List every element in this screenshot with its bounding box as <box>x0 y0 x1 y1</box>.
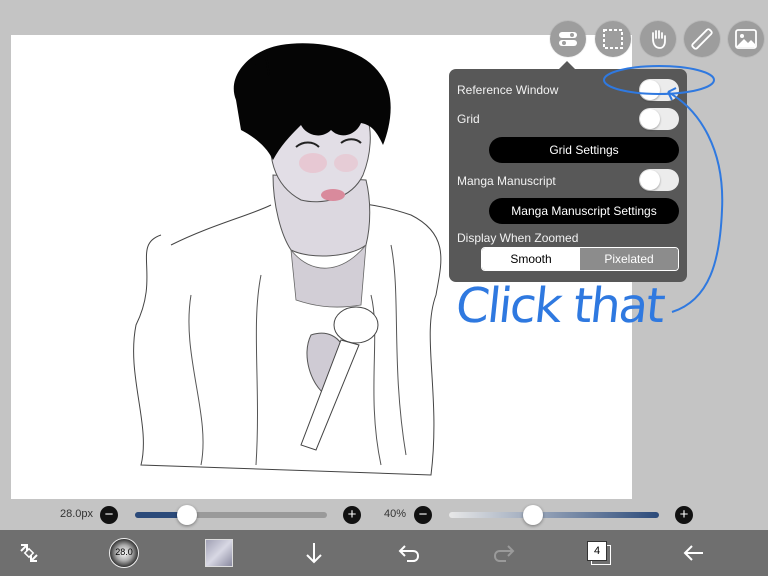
opacity-label: 40% <box>384 508 407 520</box>
canvas-settings-popup: Reference Window Grid Grid Settings Mang… <box>449 61 687 282</box>
hand-icon[interactable] <box>640 21 676 57</box>
brush-size-plus-button[interactable]: + <box>343 506 361 524</box>
opacity-knob[interactable] <box>523 505 543 525</box>
display-mode-segmented-control: Smooth Pixelated <box>481 247 679 271</box>
transform-icon[interactable] <box>13 537 45 569</box>
ruler-icon[interactable] <box>684 21 720 57</box>
brush-size-label: 28.0px <box>60 508 94 520</box>
manga-manuscript-toggle[interactable] <box>639 169 679 191</box>
manga-manuscript-settings-button[interactable]: Manga Manuscript Settings <box>489 198 679 224</box>
download-icon[interactable] <box>298 537 330 569</box>
grid-label: Grid <box>457 112 480 126</box>
grid-settings-button[interactable]: Grid Settings <box>489 137 679 163</box>
opacity-minus-button[interactable]: − <box>414 506 432 524</box>
reference-window-label: Reference Window <box>457 83 559 97</box>
reference-window-toggle[interactable] <box>639 79 679 101</box>
toggle-knob <box>640 170 660 190</box>
manga-manuscript-label: Manga Manuscript <box>457 174 556 188</box>
bottom-toolbar: 28.0 4 <box>0 530 768 576</box>
color-swatch-icon[interactable] <box>203 537 235 569</box>
layer-settings-icon[interactable] <box>550 21 586 57</box>
brush-size-preview-label: 28.0 <box>115 547 133 557</box>
pixelated-option[interactable]: Pixelated <box>580 248 678 270</box>
top-toolbar <box>0 21 768 61</box>
toggle-knob <box>640 80 660 100</box>
brush-icon[interactable]: 28.0 <box>108 537 140 569</box>
toggle-knob <box>640 109 660 129</box>
display-when-zoomed-label: Display When Zoomed <box>457 231 579 245</box>
opacity-slider[interactable] <box>449 505 659 525</box>
back-icon[interactable] <box>678 537 710 569</box>
opacity-plus-button[interactable]: + <box>675 506 693 524</box>
brush-size-minus-button[interactable]: − <box>100 506 118 524</box>
popup-caret <box>558 61 576 70</box>
handwritten-annotation-text: Click that <box>453 278 667 334</box>
undo-icon[interactable] <box>393 537 425 569</box>
redo-icon[interactable] <box>488 537 520 569</box>
brush-size-knob[interactable] <box>176 505 197 525</box>
grid-toggle[interactable] <box>639 108 679 130</box>
selection-icon[interactable] <box>595 21 631 57</box>
brush-size-slider[interactable] <box>135 505 327 525</box>
brush-slider-bar: 28.0px − + 40% − + <box>0 500 768 530</box>
smooth-option[interactable]: Smooth <box>482 248 580 270</box>
image-icon[interactable] <box>728 21 764 57</box>
layers-icon[interactable]: 4 <box>583 537 615 569</box>
layer-count-badge: 4 <box>587 541 607 561</box>
